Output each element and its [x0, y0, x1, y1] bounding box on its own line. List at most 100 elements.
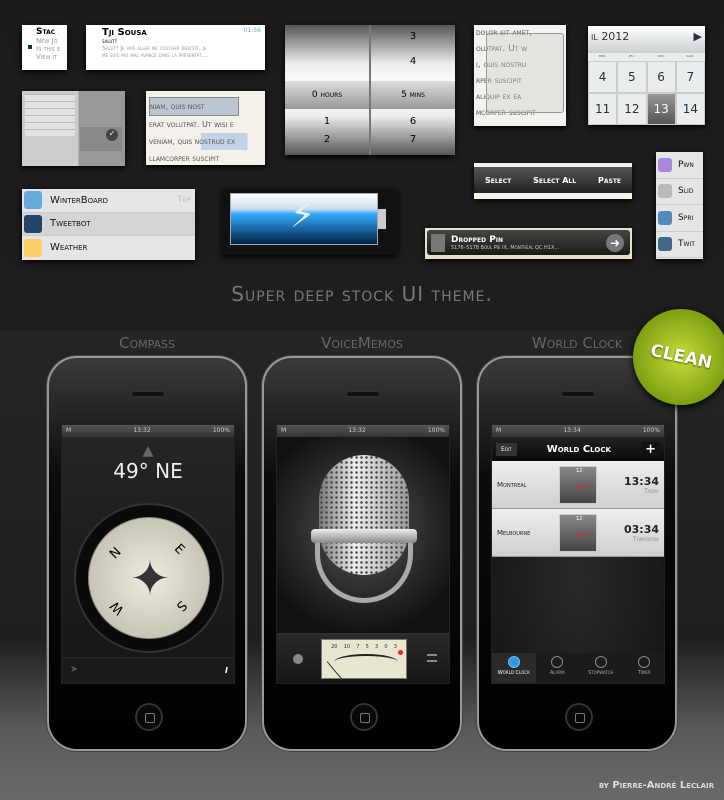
- calendar[interactable]: il 2012 ▶ mer. jeu. ven. sam. 4 5 6 7 11 12 13 14: [588, 26, 705, 125]
- compass-rose-icon: ✦: [129, 551, 171, 607]
- calendar-day[interactable]: 4: [588, 61, 618, 93]
- home-button[interactable]: [350, 703, 378, 731]
- calendar-day[interactable]: 6: [646, 61, 676, 93]
- text-selection[interactable]: niam, quis nost erat volutpat. Ut wisi e…: [146, 91, 265, 165]
- calendar-day[interactable]: 11: [588, 93, 618, 125]
- tab-label: Timer: [637, 670, 651, 676]
- text-line: erat volutpat. Ut wisi e: [149, 120, 234, 129]
- winterboard-icon: [24, 191, 42, 210]
- hours-wheel[interactable]: 0 hours 1 2: [285, 25, 371, 155]
- home-button[interactable]: [135, 703, 163, 731]
- stopwatch-icon: [594, 656, 607, 668]
- edit-button[interactable]: Edit: [496, 442, 517, 456]
- microphone-stand: [315, 543, 413, 603]
- phone-voicememos: M 13:32 100% 20 10 7 5 3 0 3: [262, 356, 462, 751]
- wheel-value: 4: [409, 56, 417, 67]
- list-item-label: WinterBoard: [50, 194, 109, 206]
- calendar-day[interactable]: 5: [617, 61, 647, 93]
- next-month-icon[interactable]: ▶: [694, 30, 702, 49]
- battery-level: 100%: [212, 427, 230, 434]
- calendar-day[interactable]: 12: [617, 93, 647, 125]
- settings-item[interactable]: Spri: [656, 205, 703, 232]
- minutes-selected: 5 mins: [371, 81, 455, 109]
- mini-calendar: [25, 94, 75, 136]
- worldclock-screen: M 13:34 100% Edit World Clock + Montreal 1…: [491, 424, 665, 684]
- battery-tip: [378, 209, 386, 229]
- battery-level: 100%: [427, 427, 445, 434]
- paste-button[interactable]: Paste: [598, 176, 621, 185]
- city-name: Melbourne: [497, 528, 531, 537]
- status-time: 13:32: [133, 427, 151, 434]
- list-item[interactable]: Weather: [22, 236, 195, 260]
- record-button[interactable]: [293, 654, 303, 664]
- person-icon: [431, 233, 445, 252]
- list-item-label: Tweetbot: [50, 218, 91, 230]
- settings-item[interactable]: Slid: [656, 178, 703, 205]
- add-button[interactable]: +: [641, 441, 660, 457]
- wheel-value: 7: [409, 134, 417, 145]
- mail-preview[interactable]: Stac New Jo Is this e View it: [22, 25, 67, 70]
- tab-timer[interactable]: Timer: [623, 653, 665, 683]
- city-day: Today: [644, 487, 659, 495]
- detail-arrow-icon[interactable]: ➜: [606, 233, 624, 252]
- settings-item[interactable]: Pwn: [656, 152, 703, 179]
- tab-worldclock[interactable]: World Clock: [492, 653, 536, 683]
- location-icon[interactable]: ➤: [70, 664, 78, 675]
- info-icon[interactable]: i: [225, 663, 228, 676]
- pin-address: 5176–5178 Boul Pie IX, Montréal QC H1X..…: [451, 244, 560, 251]
- list-item-label: Weather: [50, 242, 88, 254]
- tab-label: Stopwatch: [588, 670, 614, 676]
- list-icon[interactable]: [427, 654, 437, 662]
- slide-icon: [658, 184, 672, 199]
- phone-compass: M 13:32 100% ▲ 49° NE N E S W ✦ ➤ i: [47, 356, 247, 751]
- twitter-icon: [658, 237, 672, 252]
- calendar-day-selected[interactable]: 13: [646, 93, 676, 125]
- list-item[interactable]: WinterBoard Top: [22, 189, 195, 213]
- city-row[interactable]: Montreal 12 13:34 Today: [492, 461, 664, 509]
- vu-scale-label: 5: [365, 644, 369, 650]
- tab-alarm[interactable]: Alarm: [536, 653, 580, 683]
- settings-list: Pwn Slid Spri Twit: [656, 152, 703, 259]
- vu-scale-label: 3: [393, 644, 397, 650]
- wheel-value: 3: [409, 31, 417, 42]
- calendar-day[interactable]: 14: [675, 93, 705, 125]
- calendar-thumbnail[interactable]: ✓: [22, 91, 125, 166]
- analog-clock-icon: 12: [559, 513, 597, 552]
- compass-label: Compass: [118, 334, 176, 352]
- timer-picker[interactable]: 0 hours 1 2 3 4 5 mins 6 7: [285, 25, 455, 155]
- calendar-day[interactable]: 7: [675, 61, 705, 93]
- city-row[interactable]: Melbourne 12 03:34 Tomorrow: [492, 509, 664, 557]
- message-time: 01:56: [243, 27, 261, 34]
- timer-icon: [638, 656, 651, 668]
- speaker: [346, 391, 380, 397]
- tab-stopwatch[interactable]: Stopwatch: [579, 653, 623, 683]
- vu-scale-label: 7: [356, 644, 360, 650]
- select-button[interactable]: Select: [485, 176, 511, 185]
- badge-label: CLEAN: [648, 340, 714, 374]
- battery-level: 100%: [642, 427, 660, 434]
- settings-item[interactable]: Twit: [656, 231, 703, 258]
- page-title: Super deep stock UI theme.: [231, 282, 493, 306]
- minutes-wheel[interactable]: 3 4 5 mins 6 7: [371, 25, 455, 155]
- vu-scale-label: 10: [343, 644, 351, 650]
- dropped-pin-callout[interactable]: Dropped Pin 5176–5178 Boul Pie IX, Montré…: [425, 228, 632, 259]
- microphone-band: [311, 529, 417, 543]
- compass-bezel: N E S W ✦: [74, 503, 224, 653]
- vu-scale-label: 0: [384, 644, 388, 650]
- settings-label: Twit: [678, 239, 695, 250]
- gear-icon: [658, 210, 672, 225]
- pwn-icon: [658, 157, 672, 172]
- weather-icon: [24, 238, 42, 257]
- message-preview[interactable]: Tji Sousa 01:56 salut! Salut! Je vais all…: [86, 25, 265, 70]
- list-item[interactable]: Tweetbot: [22, 212, 195, 236]
- list-item-extra: Top: [177, 195, 191, 206]
- text-loupe: dolor sit amet, olutpat. Ut w i, quis no…: [474, 25, 566, 126]
- status-time: 13:32: [348, 427, 366, 434]
- status-time: 13:34: [563, 427, 581, 434]
- selection-magnifier: niam, quis nost: [149, 97, 239, 116]
- select-all-button[interactable]: Select All: [533, 176, 576, 185]
- home-button[interactable]: [565, 703, 593, 731]
- vu-meter: 20 10 7 5 3 0 3: [321, 639, 407, 681]
- mail-line: View it: [36, 53, 58, 61]
- checkmark-icon: ✓: [106, 129, 118, 141]
